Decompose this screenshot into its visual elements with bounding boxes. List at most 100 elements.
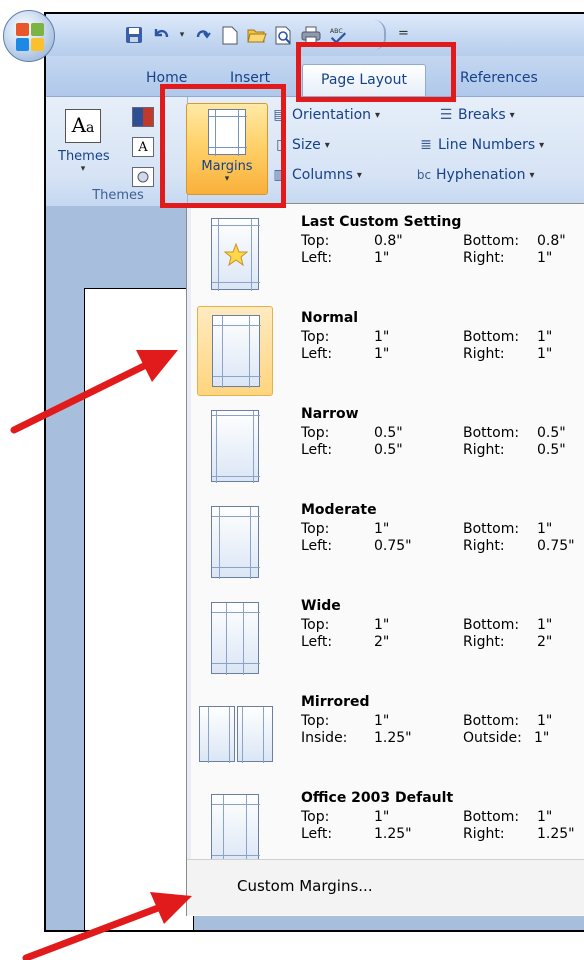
chevron-down-icon: ▾ xyxy=(80,164,86,174)
chevron-down-icon: ▾ xyxy=(509,109,515,121)
preset-key: Right: xyxy=(463,826,505,842)
preset-key: Bottom: xyxy=(463,521,520,537)
tab-references[interactable]: References xyxy=(460,70,538,86)
preset-key: Bottom: xyxy=(463,233,520,249)
preset-key: Top: xyxy=(301,425,330,441)
open-folder-icon[interactable] xyxy=(247,25,267,45)
margins-button-highlight xyxy=(160,84,286,208)
preset-key: Right: xyxy=(463,538,505,554)
custom-margins-menu-item[interactable]: Custom Margins... xyxy=(187,859,584,915)
preset-key: Top: xyxy=(301,521,330,537)
office-2003-margins-icon xyxy=(211,794,260,867)
customize-quick-access-button[interactable]: = xyxy=(398,26,409,41)
preset-key: Right: xyxy=(463,346,505,362)
theme-fonts-icon[interactable]: A xyxy=(132,137,154,157)
hyphenation-button[interactable]: bc Hyphenation ▾ xyxy=(416,167,535,183)
new-document-icon[interactable] xyxy=(220,25,240,45)
preset-key: Left: xyxy=(301,538,333,554)
ribbon: Aa Themes ▾ A Themes Margins ▾ ▤ Orienta… xyxy=(46,96,584,207)
preset-key: Left: xyxy=(301,250,333,266)
preset-key: Bottom: xyxy=(463,713,520,729)
last-custom-margins-icon xyxy=(211,218,260,291)
moderate-margins-icon xyxy=(211,506,260,579)
document-page[interactable] xyxy=(84,288,194,930)
preset-key: Top: xyxy=(301,713,330,729)
preset-value: 1" xyxy=(537,346,553,362)
themes-button[interactable]: Aa Themes ▾ xyxy=(58,109,110,183)
orientation-button[interactable]: ▤ Orientation ▾ xyxy=(272,107,380,123)
custom-margins-label: Custom Margins... xyxy=(237,877,373,895)
normal-margins-icon xyxy=(212,315,261,388)
margin-preset-narrow[interactable]: Narrow Top: 0.5" Bottom: 0.5" Left: 0.5" Righ… xyxy=(193,402,584,498)
print-preview-icon[interactable] xyxy=(274,25,294,45)
preset-value: 0.5" xyxy=(537,425,566,441)
margin-preset-last-custom[interactable]: Last Custom Setting Top: 0.8" Bottom: 0.8" … xyxy=(193,210,584,306)
theme-effects-icon[interactable] xyxy=(132,167,154,187)
margin-preset-normal[interactable]: Normal Top: 1" Bottom: 1" Left: 1" Right: 1" xyxy=(193,306,584,402)
chevron-down-icon: ▾ xyxy=(529,169,535,181)
line-numbers-button[interactable]: ≣ Line Numbers ▾ xyxy=(418,137,544,153)
preset-key: Top: xyxy=(301,617,330,633)
themes-icon: Aa xyxy=(65,109,101,143)
preset-thumb-frame xyxy=(197,402,273,492)
preset-thumb-frame xyxy=(197,498,273,588)
preset-value: 1" xyxy=(537,250,553,266)
preset-value: 2" xyxy=(537,634,553,650)
menu-gutter xyxy=(187,204,191,859)
line-numbers-label: Line Numbers xyxy=(438,137,536,153)
margin-preset-mirrored[interactable]: Mirrored Top: 1" Bottom: 1" Inside: 1.25" Out… xyxy=(193,690,584,786)
preset-key: Left: xyxy=(301,346,333,362)
breaks-label: Breaks xyxy=(458,107,506,123)
margin-preset-moderate[interactable]: Moderate Top: 1" Bottom: 1" Left: 0.75" Right… xyxy=(193,498,584,594)
preset-value: 1.25" xyxy=(374,826,412,842)
breaks-icon: ☰ xyxy=(439,107,453,123)
preset-value: 1" xyxy=(537,809,553,825)
size-label: Size xyxy=(292,137,321,153)
preset-name: Moderate xyxy=(301,502,377,518)
columns-label: Columns xyxy=(292,167,353,183)
undo-icon[interactable] xyxy=(151,25,171,45)
narrow-margins-icon xyxy=(211,410,260,483)
preset-name: Narrow xyxy=(301,406,359,422)
hyphenation-icon: bc xyxy=(416,168,432,182)
preset-value: 1.25" xyxy=(537,826,575,842)
line-numbers-icon: ≣ xyxy=(420,137,432,153)
office-button[interactable] xyxy=(3,10,55,62)
orientation-label: Orientation xyxy=(292,107,372,123)
star-icon xyxy=(224,243,248,267)
preset-key: Bottom: xyxy=(463,425,520,441)
mirrored-right-page-icon xyxy=(237,706,273,763)
preset-value: 0.5" xyxy=(374,425,403,441)
margin-preset-wide[interactable]: Wide Top: 1" Bottom: 1" Left: 2" Right: 2" xyxy=(193,594,584,690)
preset-value: 0.75" xyxy=(374,538,412,554)
breaks-button[interactable]: ☰ Breaks ▾ xyxy=(438,107,515,123)
preset-value: 1" xyxy=(374,617,390,633)
redo-icon[interactable] xyxy=(193,25,213,45)
preset-value: 0.8" xyxy=(537,233,566,249)
preset-name: Normal xyxy=(301,310,359,326)
preset-value: 1" xyxy=(537,521,553,537)
preset-name: Mirrored xyxy=(301,694,370,710)
preset-value: 1" xyxy=(374,809,390,825)
preset-key: Right: xyxy=(463,250,505,266)
preset-key: Left: xyxy=(301,442,333,458)
preset-name: Wide xyxy=(301,598,341,614)
preset-key: Top: xyxy=(301,233,330,249)
theme-colors-icon[interactable] xyxy=(132,107,154,127)
office-logo-icon xyxy=(16,23,44,51)
undo-dropdown-icon[interactable]: ▾ xyxy=(178,25,186,45)
page-layout-tab-highlight xyxy=(296,42,456,102)
wide-margins-icon xyxy=(211,602,260,675)
preset-value: 1.25" xyxy=(374,730,412,746)
preset-name: Office 2003 Default xyxy=(301,790,454,806)
preset-key: Bottom: xyxy=(463,329,520,345)
save-icon[interactable] xyxy=(124,25,144,45)
chevron-down-icon: ▾ xyxy=(356,169,362,181)
chevron-down-icon: ▾ xyxy=(539,139,545,151)
preset-value: 1" xyxy=(537,329,553,345)
chevron-down-icon: ▾ xyxy=(324,139,330,151)
svg-text:ABC: ABC xyxy=(330,28,344,35)
preset-value: 2" xyxy=(374,634,390,650)
preset-value: 1" xyxy=(374,250,390,266)
preset-key: Outside: xyxy=(463,730,522,746)
